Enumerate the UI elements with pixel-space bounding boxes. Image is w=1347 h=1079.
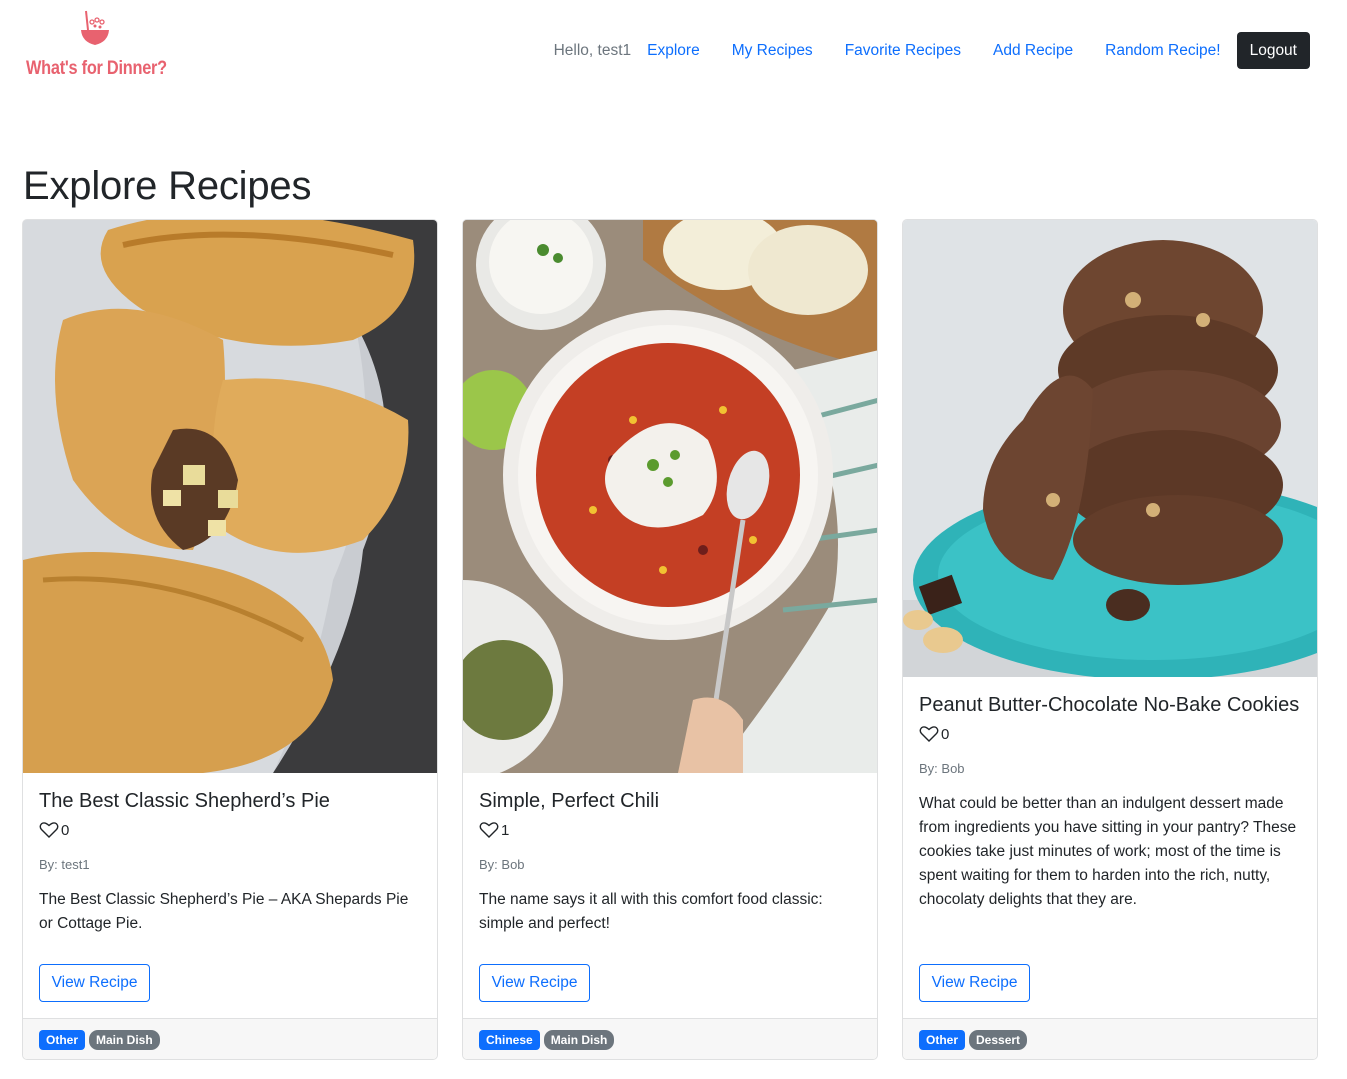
tag-badge: Other xyxy=(919,1030,966,1050)
navbar: What's for Dinner? Hello, test1 Explore … xyxy=(0,0,1347,100)
category-badge: Main Dish xyxy=(543,1030,615,1050)
recipe-author: By: Bob xyxy=(919,761,965,776)
heart-icon[interactable] xyxy=(479,821,499,839)
nav-link-favorite-recipes[interactable]: Favorite Recipes xyxy=(845,42,961,60)
category-badge: Main Dish xyxy=(89,1030,160,1050)
view-recipe-button[interactable]: View Recipe xyxy=(919,964,1030,1002)
recipe-card: Peanut Butter-Chocolate No-Bake Cookies … xyxy=(902,219,1318,1060)
recipe-author: By: Bob xyxy=(479,857,525,872)
recipe-card: Simple, Perfect Chili 1 By: Bob The name… xyxy=(462,219,878,1060)
card-footer: Other Main Dish xyxy=(23,1018,437,1059)
like-count: 0 xyxy=(941,725,950,743)
page-title: Explore Recipes xyxy=(23,164,312,208)
like-count: 0 xyxy=(61,821,70,839)
likes: 1 xyxy=(479,821,861,839)
view-recipe-button[interactable]: View Recipe xyxy=(39,964,150,1002)
likes: 0 xyxy=(919,725,1301,743)
card-footer: Other Dessert xyxy=(903,1018,1317,1059)
chili-bowl-photo xyxy=(463,220,877,773)
recipe-author: By: test1 xyxy=(39,857,90,872)
recipe-description: The name says it all with this comfort f… xyxy=(479,891,823,932)
card-body: Peanut Butter-Chocolate No-Bake Cookies … xyxy=(919,693,1301,912)
like-count: 1 xyxy=(501,821,510,839)
logout-button[interactable]: Logout xyxy=(1236,32,1310,69)
likes: 0 xyxy=(39,821,421,839)
recipe-description: What could be better than an indulgent d… xyxy=(919,795,1297,908)
recipe-title: The Best Classic Shepherd’s Pie xyxy=(39,790,330,812)
heart-icon[interactable] xyxy=(919,725,939,743)
recipe-title: Simple, Perfect Chili xyxy=(479,790,660,812)
recipe-card: The Best Classic Shepherd’s Pie 0 By: te… xyxy=(22,219,438,1060)
nav-menu: Hello, test1 Explore My Recipes Favorite… xyxy=(554,32,1310,69)
tag-badge: Chinese xyxy=(479,1030,540,1050)
pasties-photo xyxy=(23,220,437,773)
recipe-title: Peanut Butter-Chocolate No-Bake Cookies xyxy=(919,694,1300,716)
tag-badge: Other xyxy=(39,1030,86,1050)
card-footer: Chinese Main Dish xyxy=(463,1018,877,1059)
nav-link-explore[interactable]: Explore xyxy=(647,42,700,60)
nav-link-my-recipes[interactable]: My Recipes xyxy=(732,42,813,60)
view-recipe-button[interactable]: View Recipe xyxy=(479,964,590,1002)
card-body: Simple, Perfect Chili 1 By: Bob The name… xyxy=(479,789,861,936)
heart-icon[interactable] xyxy=(39,821,59,839)
cookies-photo xyxy=(903,220,1317,677)
greeting-text: Hello, test1 xyxy=(553,41,632,59)
brand-name: What's for Dinner? xyxy=(26,58,167,79)
recipe-description: The Best Classic Shepherd’s Pie – AKA Sh… xyxy=(39,891,409,932)
soup-bowl-icon xyxy=(81,10,109,45)
nav-link-random-recipe[interactable]: Random Recipe! xyxy=(1105,42,1220,60)
card-body: The Best Classic Shepherd’s Pie 0 By: te… xyxy=(39,789,421,936)
category-badge: Dessert xyxy=(969,1030,1028,1050)
nav-link-add-recipe[interactable]: Add Recipe xyxy=(993,42,1073,60)
brand-logo[interactable]: What's for Dinner? xyxy=(24,8,174,86)
